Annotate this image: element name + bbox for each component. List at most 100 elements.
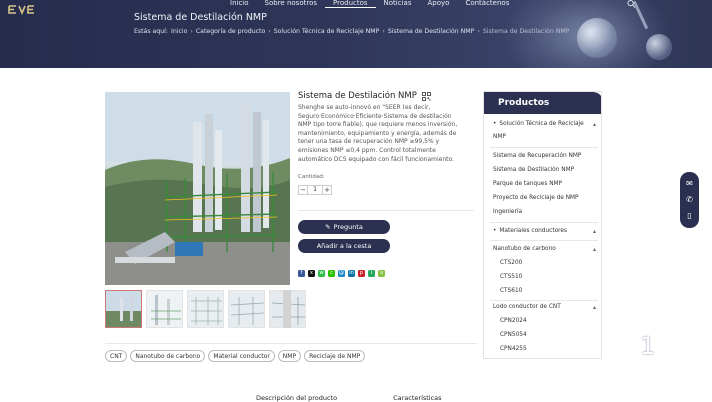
quantity-stepper: − 1 + (298, 185, 332, 195)
category-nanotubo-carbono[interactable]: Nanotubo de carbono (493, 246, 556, 252)
category-parque-tanques[interactable]: Parque de tanques NMP (493, 181, 562, 187)
tab-descripcion[interactable]: Descripción del producto (256, 394, 337, 402)
product-thumbnails (105, 290, 306, 328)
category-solucion-tecnica[interactable]: Solución Técnica de Reciclaje (493, 121, 583, 127)
breadcrumb-link-inicio[interactable]: Inicio (171, 28, 187, 35)
qr-code-icon[interactable] (421, 91, 431, 101)
nav-item-noticias[interactable]: Noticias (376, 0, 420, 8)
category-cts610[interactable]: CTS610 (500, 288, 522, 294)
tags-divider (105, 343, 477, 344)
ask-button-label: Pregunta (333, 223, 363, 231)
pinterest-icon[interactable]: p (358, 270, 365, 277)
category-solucion-tecnica-nmp[interactable]: NMP (493, 134, 506, 140)
tag-reciclaje-nmp[interactable]: Reciclaje de NMP (304, 350, 366, 362)
breadcrumb-prefix: Estás aquí: (134, 28, 168, 35)
hero-flask-image (577, 18, 617, 58)
line-icon[interactable]: l (368, 270, 375, 277)
product-main-image[interactable] (105, 92, 290, 285)
site-logo[interactable] (8, 0, 42, 16)
tab-caracteristicas[interactable]: Características (393, 394, 441, 402)
thumbnail-scroll-handle[interactable] (283, 290, 291, 328)
wechat-icon[interactable]: c (328, 270, 335, 277)
phone-icon[interactable]: ✆ (686, 196, 693, 204)
tag-material-conductor[interactable]: Material conductor (208, 350, 275, 362)
sharethis-icon[interactable]: s (378, 270, 385, 277)
share-buttons: f x w c @ in p l s (298, 270, 385, 277)
page-number-watermark: 1 (640, 332, 656, 360)
nav-item-inicio[interactable]: Inicio (222, 0, 257, 8)
tag-nmp[interactable]: NMP (277, 350, 302, 362)
thumbnail-2[interactable] (146, 290, 183, 328)
product-categories-panel: Productos Solución Técnica de Reciclaje … (483, 91, 602, 359)
hero-flask-image-small (646, 34, 672, 60)
breadcrumb-link-categoria[interactable]: Categoría de producto (196, 28, 265, 35)
category-proyecto-reciclaje[interactable]: Proyecto de Reciclaje de NMP (493, 195, 579, 201)
category-lodo-conductor[interactable]: Lodo conductor de CNT (493, 304, 561, 310)
quantity-label: Cantidad: (298, 174, 325, 180)
category-cts200[interactable]: CTS200 (500, 260, 522, 266)
category-separator (490, 240, 598, 241)
thumbnail-3[interactable] (187, 290, 224, 328)
quantity-decrease-button[interactable]: − (298, 185, 308, 195)
facebook-icon[interactable]: f (298, 270, 305, 277)
thumbnail-plant-icon (106, 291, 141, 327)
categories-heading: Productos (484, 92, 601, 114)
nav-item-sobre-nosotros[interactable]: Sobre nosotros (257, 0, 325, 8)
chevron-up-icon[interactable]: ▴ (593, 121, 596, 128)
category-sistema-recuperacion[interactable]: Sistema de Recuperación NMP (493, 153, 581, 159)
product-tags: CNT Nanotubo de carbono Material conduct… (105, 350, 366, 362)
category-ingenieria[interactable]: Ingeniería (493, 209, 522, 215)
category-cpn2024[interactable]: CPN2024 (500, 318, 527, 324)
product-description: Shenghe se auto-innovó en "SEER (es deci… (298, 104, 458, 163)
category-materiales-conductores[interactable]: Materiales conductores (493, 228, 567, 234)
linkedin-icon[interactable]: in (348, 270, 355, 277)
page-title: Sistema de Destilación NMP (134, 12, 267, 23)
quantity-increase-button[interactable]: + (322, 185, 332, 195)
chevron-up-icon[interactable]: ▴ (593, 228, 596, 235)
thumbnail-4[interactable] (228, 290, 265, 328)
mobile-icon[interactable]: ▯ (687, 212, 691, 220)
logo-mark-icon (8, 5, 34, 16)
thumbnail-plant-icon (229, 291, 264, 327)
chevron-up-icon[interactable]: ▴ (593, 246, 596, 253)
search-icon[interactable] (627, 0, 636, 8)
breadcrumb-current: Sistema de Destilación NMP (482, 28, 570, 35)
breadcrumb-separator-icon: › (382, 28, 385, 35)
add-to-cart-button[interactable]: Añadir a la cesta (298, 239, 390, 253)
thumbnail-1[interactable] (105, 290, 142, 328)
info-divider (298, 210, 474, 211)
thumbnail-plant-icon (188, 291, 223, 327)
page-hero-banner: Inicio Sobre nosotros Productos Noticias… (0, 0, 712, 68)
chevron-up-icon[interactable]: ▴ (593, 304, 596, 311)
category-separator (490, 222, 598, 223)
email-share-icon[interactable]: @ (338, 270, 345, 277)
add-to-cart-label: Añadir a la cesta (316, 242, 372, 250)
breadcrumb-separator-icon: › (190, 28, 193, 35)
thumbnail-plant-icon (147, 291, 182, 327)
category-cpn4255[interactable]: CPN4255 (500, 346, 527, 352)
main-nav: Inicio Sobre nosotros Productos Noticias… (222, 0, 517, 8)
email-icon[interactable]: ✉ (686, 180, 693, 188)
whatsapp-icon[interactable]: w (318, 270, 325, 277)
breadcrumb-separator-icon: › (477, 28, 480, 35)
edit-icon: ✎ (325, 223, 331, 231)
quantity-input[interactable]: 1 (308, 185, 322, 195)
nav-item-apoyo[interactable]: Apoyo (419, 0, 457, 8)
product-detail-tabs: Descripción del producto Características (256, 394, 442, 402)
category-sistema-destilacion[interactable]: Sistema de Destilación NMP (493, 167, 574, 173)
tag-cnt[interactable]: CNT (105, 350, 128, 362)
breadcrumb-link-solucion[interactable]: Solución Técnica de Reciclaje NMP (274, 28, 380, 35)
breadcrumb-link-sistema[interactable]: Sistema de Destilación NMP (388, 28, 475, 35)
x-twitter-icon[interactable]: x (308, 270, 315, 277)
nav-item-productos[interactable]: Productos (325, 0, 376, 8)
category-separator (490, 147, 598, 148)
breadcrumb-separator-icon: › (268, 28, 271, 35)
category-cpn5054[interactable]: CPN5054 (500, 332, 527, 338)
tag-nanotubo[interactable]: Nanotubo de carbono (130, 350, 206, 362)
category-cts510[interactable]: CTS510 (500, 274, 522, 280)
category-separator (490, 300, 598, 301)
breadcrumb: Estás aquí: Inicio › Categoría de produc… (134, 28, 569, 35)
ask-button[interactable]: ✎ Pregunta (298, 220, 390, 234)
distillation-plant-image (105, 92, 290, 285)
nav-item-contactenos[interactable]: Contáctenos (457, 0, 517, 8)
